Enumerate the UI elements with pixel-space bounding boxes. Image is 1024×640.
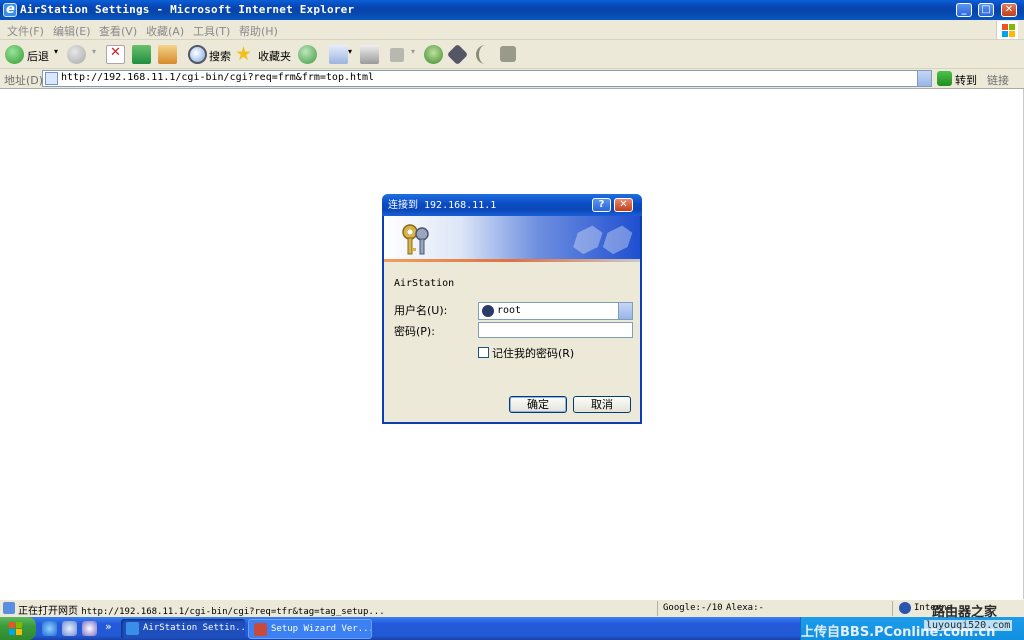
media-player-icon[interactable] xyxy=(82,621,97,636)
tool-icon[interactable] xyxy=(500,46,516,62)
ie-icon xyxy=(3,0,17,20)
username-label: 用户名(U): xyxy=(394,304,448,317)
start-button[interactable] xyxy=(0,617,36,640)
menu-edit[interactable]: 编辑(E) xyxy=(53,23,91,39)
user-icon xyxy=(482,305,494,317)
status-text: 正在打开网页 http://192.168.11.1/cgi-bin/cgi?r… xyxy=(18,602,385,617)
taskbar: » AirStation Settin... Setup Wizard Ver.… xyxy=(0,617,1024,640)
menu-bar: 文件(F) 编辑(E) 查看(V) 收藏(A) 工具(T) 帮助(H) xyxy=(0,20,1024,40)
menu-help[interactable]: 帮助(H) xyxy=(239,23,278,39)
loading-page-icon xyxy=(3,602,15,614)
address-input[interactable]: http://192.168.11.1/cgi-bin/cgi?req=frm&… xyxy=(42,70,932,87)
address-label: 地址(D) xyxy=(4,74,44,87)
username-combobox[interactable]: root xyxy=(478,302,633,320)
task-setup-wizard-label: Setup Wizard Ver... xyxy=(271,624,372,634)
windows-logo-icon xyxy=(996,21,1018,39)
menu-view[interactable]: 查看(V) xyxy=(99,23,137,39)
close-button[interactable]: ✕ xyxy=(1001,3,1017,17)
address-url[interactable]: http://192.168.11.1/cgi-bin/cgi?req=frm&… xyxy=(61,72,374,83)
realm-text: AirStation xyxy=(394,278,455,289)
browser-window: AirStation Settings - Microsoft Internet… xyxy=(0,0,1024,640)
remember-password-checkbox[interactable] xyxy=(478,347,489,358)
alexa-rank: Alexa:- xyxy=(726,603,764,613)
back-arrow-icon[interactable] xyxy=(5,45,24,64)
go-button[interactable]: 转到 xyxy=(955,72,977,88)
site-watermark: 路由器之家 luyouqi520.com xyxy=(914,601,1024,637)
dialog-close-button[interactable]: ✕ xyxy=(614,198,633,212)
keys-icon xyxy=(402,224,429,255)
print-icon[interactable] xyxy=(360,45,379,64)
password-label: 密码(P): xyxy=(394,325,435,338)
status-url: http://192.168.11.1/cgi-bin/cgi?req=tfr&… xyxy=(81,607,385,617)
cancel-button[interactable]: 取消 xyxy=(573,396,631,413)
refresh-icon[interactable] xyxy=(132,45,151,64)
task-ie-icon xyxy=(126,622,139,635)
mail-dropdown-icon[interactable]: ▾ xyxy=(348,47,352,56)
forward-arrow-icon[interactable] xyxy=(67,45,86,64)
edit-dropdown-icon[interactable]: ▾ xyxy=(411,47,415,56)
flash-icon[interactable] xyxy=(476,45,495,64)
site-watermark-name: 路由器之家 xyxy=(932,605,998,620)
task-setup-wizard[interactable]: Setup Wizard Ver... xyxy=(248,619,372,639)
window-title: AirStation Settings - Microsoft Internet… xyxy=(20,3,355,16)
search-icon[interactable] xyxy=(188,45,207,64)
search-label[interactable]: 搜索 xyxy=(209,48,231,64)
banner-watermark: ⬢⬢ xyxy=(566,220,639,260)
banner-strip xyxy=(384,259,640,262)
history-icon[interactable] xyxy=(298,45,317,64)
username-value[interactable]: root xyxy=(497,305,521,316)
task-airstation[interactable]: AirStation Settin... xyxy=(121,619,245,639)
research-icon[interactable] xyxy=(446,43,469,66)
status-message: 正在打开网页 xyxy=(18,606,78,617)
google-rank: Google:-/10 xyxy=(663,603,723,613)
task-wizard-icon xyxy=(254,623,267,636)
maximize-button[interactable]: □ xyxy=(978,3,994,17)
status-bar: 正在打开网页 http://192.168.11.1/cgi-bin/cgi?r… xyxy=(0,599,1024,617)
site-watermark-domain: luyouqi520.com xyxy=(924,620,1013,631)
forward-dropdown-icon[interactable]: ▾ xyxy=(92,47,96,56)
ok-button[interactable]: 确定 xyxy=(509,396,567,413)
back-dropdown-icon[interactable]: ▾ xyxy=(54,47,58,56)
quicklaunch-more-icon[interactable]: » xyxy=(105,620,112,633)
ie-quicklaunch-icon[interactable] xyxy=(42,621,57,636)
dialog-title: 连接到 192.168.11.1 xyxy=(388,200,497,211)
windows-flag-icon xyxy=(9,622,22,635)
password-field[interactable] xyxy=(478,322,633,338)
favorites-label[interactable]: 收藏夹 xyxy=(258,48,291,64)
messenger-icon[interactable] xyxy=(424,45,443,64)
menu-favorites[interactable]: 收藏(A) xyxy=(146,23,184,39)
status-divider xyxy=(892,601,893,616)
show-desktop-icon[interactable] xyxy=(62,621,77,636)
internet-zone-icon xyxy=(899,602,911,614)
menu-file[interactable]: 文件(F) xyxy=(7,23,44,39)
favorites-star-icon[interactable]: ★ xyxy=(235,43,252,65)
page-icon xyxy=(45,72,58,85)
go-arrow-icon[interactable] xyxy=(937,71,952,86)
toolbar: 后退 ▾ ▾ ✕ 搜索 ★ 收藏夹 ▾ ▾ xyxy=(0,40,1024,69)
task-airstation-label: AirStation Settin... xyxy=(143,623,245,633)
links-button[interactable]: 链接 xyxy=(987,72,1009,88)
minimize-button[interactable]: _ xyxy=(956,3,972,17)
stop-icon[interactable]: ✕ xyxy=(106,45,125,64)
dialog-title-bar[interactable]: 连接到 192.168.11.1 ? ✕ xyxy=(382,194,642,216)
remember-password-label[interactable]: 记住我的密码(R) xyxy=(492,345,574,361)
mail-icon[interactable] xyxy=(329,45,348,64)
status-divider xyxy=(657,601,658,616)
dialog-help-button[interactable]: ? xyxy=(592,198,611,212)
title-bar[interactable]: AirStation Settings - Microsoft Internet… xyxy=(0,0,1024,20)
back-label[interactable]: 后退 xyxy=(27,48,49,64)
address-bar: 地址(D) http://192.168.11.1/cgi-bin/cgi?re… xyxy=(0,69,1024,89)
menu-tools[interactable]: 工具(T) xyxy=(193,23,230,39)
login-dialog: 连接到 192.168.11.1 ? ✕ ⬢⬢ AirStation 用户名(U… xyxy=(382,194,642,424)
username-dropdown-icon[interactable] xyxy=(618,303,632,319)
address-dropdown-icon[interactable] xyxy=(917,71,931,86)
home-icon[interactable] xyxy=(158,45,177,64)
edit-icon[interactable] xyxy=(390,48,404,62)
dialog-banner: ⬢⬢ xyxy=(384,216,640,262)
